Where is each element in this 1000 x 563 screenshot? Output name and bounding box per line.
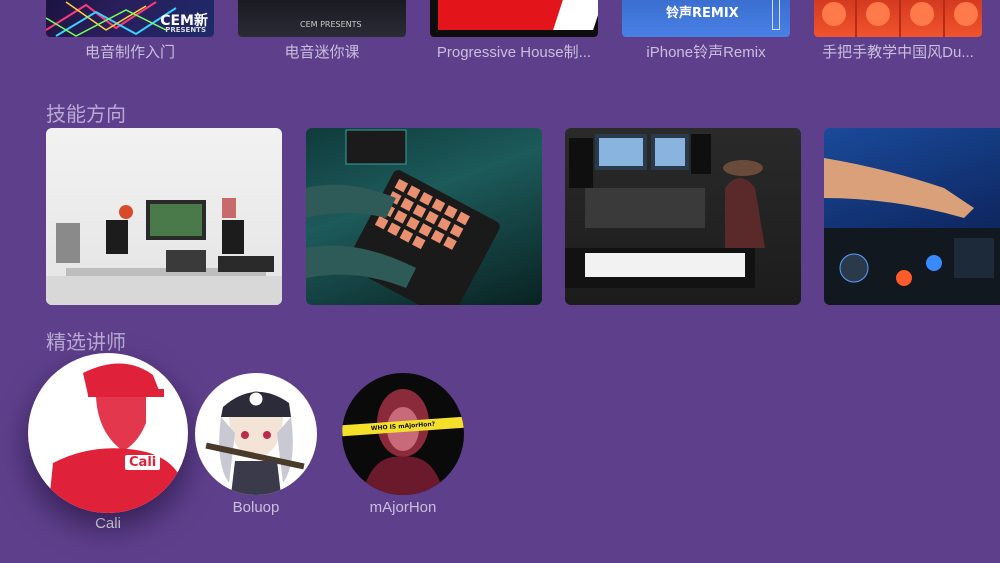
course-row: CEM新 PRESENTS 电音制作入门 CEM PRESENTS 电音迷你课 … — [0, 0, 1000, 70]
skill-card-dj-mixer[interactable] — [824, 128, 1000, 305]
instructor-portrait — [48, 363, 188, 513]
instructor-portrait — [205, 391, 305, 495]
dj-mixer-art — [824, 158, 1000, 305]
course-logo-subtext: PRESENTS — [165, 26, 206, 34]
avatar — [195, 373, 317, 495]
tv-app-screen: CEM新 PRESENTS 电音制作入门 CEM PRESENTS 电音迷你课 … — [0, 0, 1000, 563]
skill-card-launchpad[interactable] — [306, 128, 542, 305]
course-card-mini[interactable]: CEM PRESENTS 电音迷你课 — [238, 0, 406, 62]
course-thumbnail — [430, 0, 598, 37]
instructor-name: Boluop — [232, 499, 280, 516]
course-card-intro[interactable]: CEM新 PRESENTS 电音制作入门 — [46, 0, 214, 62]
instructor-cali[interactable]: Cali Cali — [28, 353, 188, 532]
synth-studio-art — [565, 134, 765, 288]
course-thumbnail: CEM新 PRESENTS — [46, 0, 214, 37]
course-logo-text: CEM PRESENTS — [300, 20, 362, 29]
course-card-chinese-style[interactable]: 手把手教学中国风Du... — [814, 0, 982, 62]
course-title: 电音迷你课 — [284, 44, 360, 61]
instructors-section-title: 精选讲师 — [46, 332, 126, 354]
course-thumbnail — [814, 0, 982, 37]
course-logo-text: 铃声REMIX — [666, 6, 739, 21]
course-card-iphone-remix[interactable]: 铃声REMIX iPhone铃声Remix — [622, 0, 790, 62]
course-title: Progressive House制... — [436, 44, 592, 61]
course-title: 电音制作入门 — [84, 44, 175, 61]
course-title: iPhone铃声Remix — [646, 44, 766, 61]
launchpad-art — [306, 129, 500, 305]
instructor-name: mAjorHon — [369, 499, 437, 516]
course-card-progressive-house[interactable]: Progressive House制... — [430, 0, 598, 62]
course-thumbnail: 铃声REMIX — [622, 0, 790, 37]
instructor-majorhon[interactable]: WHO IS mAjorHon? mAjorHon — [341, 373, 465, 516]
course-title: 手把手教学中国风Du... — [822, 44, 974, 61]
drum-pads-art — [822, 0, 978, 37]
skill-card-studio[interactable] — [46, 128, 282, 305]
skill-card-studio-synth[interactable] — [565, 128, 801, 305]
instructor-name: Cali — [95, 515, 121, 532]
studio-desk-art — [46, 198, 282, 305]
avatar: WHO IS mAjorHon? — [342, 373, 464, 495]
skills-section-title: 技能方向 — [46, 104, 126, 126]
instructor-boluop[interactable]: Boluop — [194, 373, 318, 516]
avatar: Cali — [28, 353, 188, 513]
shirt-logo: Cali — [125, 455, 161, 470]
course-thumbnail: CEM PRESENTS — [238, 0, 406, 37]
